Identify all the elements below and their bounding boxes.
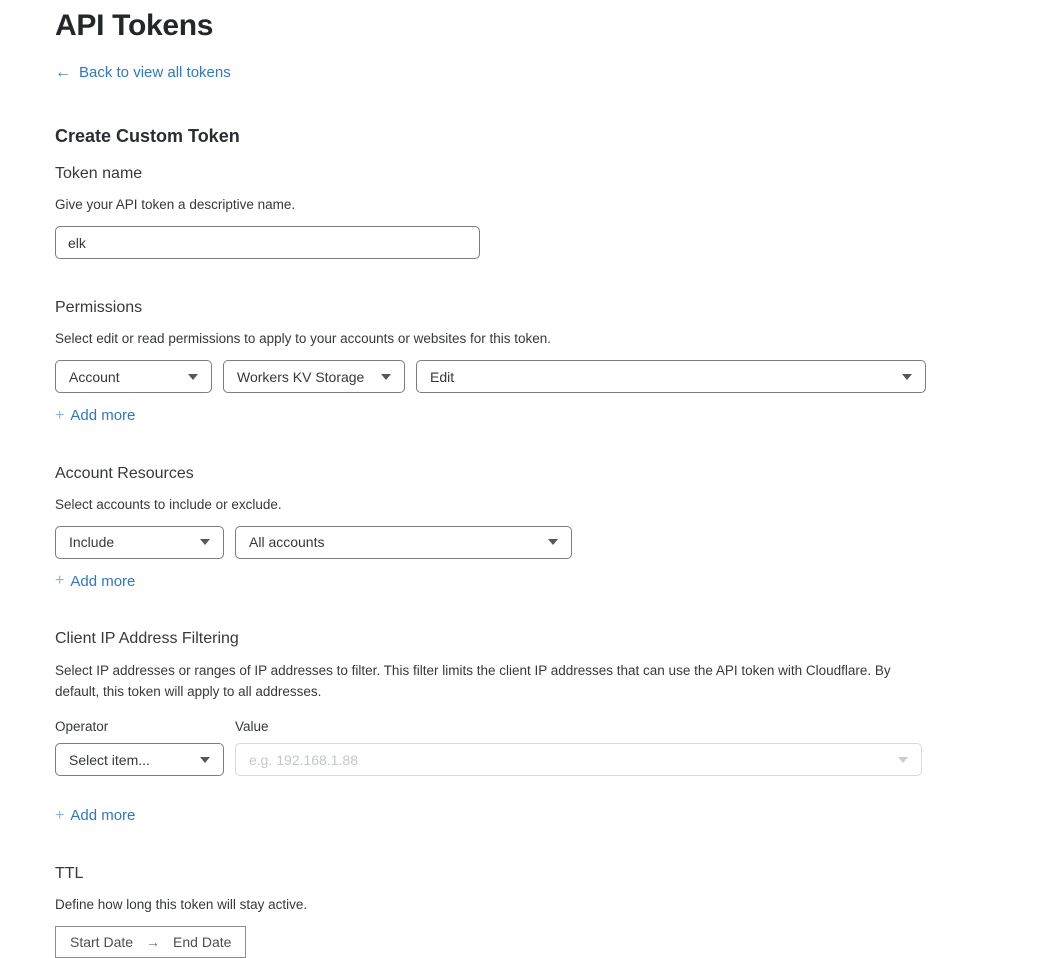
plus-icon: + xyxy=(55,408,64,424)
ttl-label: TTL xyxy=(55,864,990,883)
chevron-down-icon xyxy=(902,374,912,380)
chevron-down-icon xyxy=(548,539,558,545)
permission-scope-value: Account xyxy=(69,369,120,385)
ip-filtering-description: Select IP addresses or ranges of IP addr… xyxy=(55,661,917,703)
permission-resource-value: Workers KV Storage xyxy=(237,369,364,385)
token-name-description: Give your API token a descriptive name. xyxy=(55,195,990,216)
ttl-description: Define how long this token will stay act… xyxy=(55,895,990,916)
back-arrow-icon: ← xyxy=(55,65,71,81)
account-target-value: All accounts xyxy=(249,534,324,550)
token-name-section: Token name Give your API token a descrip… xyxy=(55,164,990,259)
permission-access-value: Edit xyxy=(430,369,454,385)
ip-value-input[interactable] xyxy=(249,752,884,768)
token-name-input[interactable] xyxy=(55,226,480,259)
permission-scope-select[interactable]: Account xyxy=(55,360,212,393)
add-more-label: Add more xyxy=(70,573,135,590)
account-include-value: Include xyxy=(69,534,114,550)
arrow-right-icon: → xyxy=(146,934,160,950)
permissions-label: Permissions xyxy=(55,298,990,317)
add-more-label: Add more xyxy=(70,407,135,424)
ip-value-combobox[interactable] xyxy=(235,743,922,776)
permissions-section: Permissions Select edit or read permissi… xyxy=(55,298,990,425)
start-date-field[interactable]: Start Date xyxy=(70,934,133,950)
ip-filtering-section: Client IP Address Filtering Select IP ad… xyxy=(55,629,990,825)
chevron-down-icon xyxy=(381,374,391,380)
plus-icon: + xyxy=(55,808,64,824)
ip-operator-value: Select item... xyxy=(69,752,150,768)
account-resources-section: Account Resources Select accounts to inc… xyxy=(55,464,990,591)
chevron-down-icon xyxy=(200,539,210,545)
api-tokens-page: API Tokens ← Back to view all tokens Cre… xyxy=(0,0,990,958)
account-resources-label: Account Resources xyxy=(55,464,990,483)
chevron-down-icon xyxy=(898,757,908,763)
account-resources-description: Select accounts to include or exclude. xyxy=(55,495,990,516)
ttl-date-range-picker[interactable]: Start Date → End Date xyxy=(55,926,246,958)
ip-filtering-add-more-link[interactable]: + Add more xyxy=(55,807,135,824)
page-title: API Tokens xyxy=(55,9,990,42)
permission-access-select[interactable]: Edit xyxy=(416,360,926,393)
end-date-field[interactable]: End Date xyxy=(173,934,231,950)
permission-resource-select[interactable]: Workers KV Storage xyxy=(223,360,405,393)
chevron-down-icon xyxy=(188,374,198,380)
back-to-tokens-link[interactable]: ← Back to view all tokens xyxy=(55,64,231,81)
account-resources-add-more-link[interactable]: + Add more xyxy=(55,573,135,590)
back-link-label: Back to view all tokens xyxy=(79,64,231,81)
account-target-select[interactable]: All accounts xyxy=(235,526,572,559)
account-include-select[interactable]: Include xyxy=(55,526,224,559)
ttl-section: TTL Define how long this token will stay… xyxy=(55,864,990,958)
operator-label: Operator xyxy=(55,719,235,734)
permissions-add-more-link[interactable]: + Add more xyxy=(55,407,135,424)
permissions-description: Select edit or read permissions to apply… xyxy=(55,329,990,350)
add-more-label: Add more xyxy=(70,807,135,824)
ip-operator-select[interactable]: Select item... xyxy=(55,743,224,776)
token-name-label: Token name xyxy=(55,164,990,183)
chevron-down-icon xyxy=(200,757,210,763)
ip-filtering-label: Client IP Address Filtering xyxy=(55,629,990,648)
value-label: Value xyxy=(235,719,269,734)
form-title: Create Custom Token xyxy=(55,126,990,148)
plus-icon: + xyxy=(55,573,64,589)
